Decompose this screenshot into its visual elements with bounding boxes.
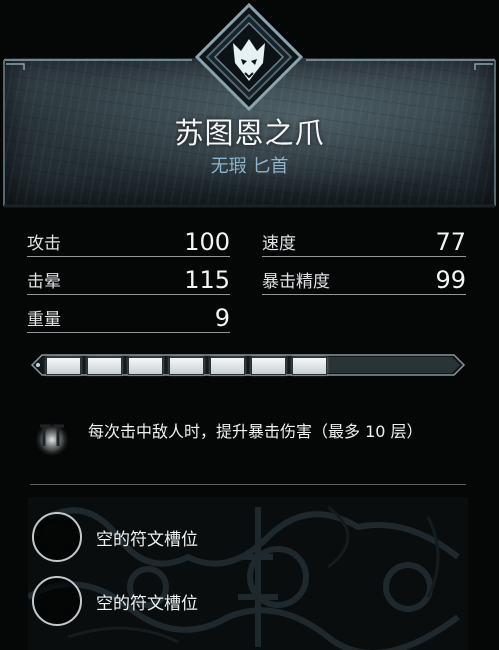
stat-label: 速度	[262, 234, 296, 254]
upgrade-slot-filled	[251, 357, 286, 375]
item-quality-type: 无瑕 匕首	[210, 156, 289, 177]
empty-rune-socket-icon	[32, 512, 82, 562]
item-name: 苏图恩之爪	[174, 116, 325, 150]
empty-rune-socket-icon	[32, 576, 82, 626]
upgrade-slots	[30, 351, 466, 379]
wolf-crest-icon	[195, 3, 303, 111]
upgrade-slot-filled	[128, 357, 163, 375]
rune-slot-1[interactable]: 空的符文槽位	[32, 512, 452, 564]
stat-label: 攻击	[27, 234, 61, 254]
upgrade-slot-filled	[87, 357, 122, 375]
rune-glyph-icon	[34, 420, 70, 456]
section-divider	[30, 484, 466, 485]
stat-label: 暴击精度	[262, 272, 330, 292]
upgrade-slot-filled	[292, 357, 327, 375]
stat-label: 重量	[27, 310, 61, 330]
upgrade-slot-filled	[46, 357, 81, 375]
upgrade-slot-filled	[169, 357, 204, 375]
stat-crit-precision: 暴击精度 99	[262, 264, 466, 295]
rune-slot-label: 空的符文槽位	[96, 594, 198, 614]
stat-value: 100	[184, 228, 230, 256]
item-panel: 苏图恩之爪 无瑕 匕首 攻击 100 速度 77 击晕 115 暴击精度 99 …	[0, 0, 499, 650]
rune-slot-2[interactable]: 空的符文槽位	[32, 576, 452, 628]
stat-weight: 重量 9	[27, 302, 230, 333]
stat-attack: 攻击 100	[27, 226, 230, 257]
stat-value: 9	[214, 304, 230, 332]
stat-speed: 速度 77	[262, 226, 466, 257]
stat-value: 99	[435, 266, 466, 294]
rune-slot-label: 空的符文槽位	[96, 530, 198, 550]
upgrade-slot-filled	[210, 357, 245, 375]
stat-stun: 击晕 115	[27, 264, 230, 295]
stat-value: 77	[435, 228, 466, 256]
ability-description: 每次击中敌人时，提升暴击伤害（最多 10 层）	[88, 422, 423, 441]
stat-value: 115	[184, 266, 230, 294]
stat-label: 击晕	[27, 272, 61, 292]
